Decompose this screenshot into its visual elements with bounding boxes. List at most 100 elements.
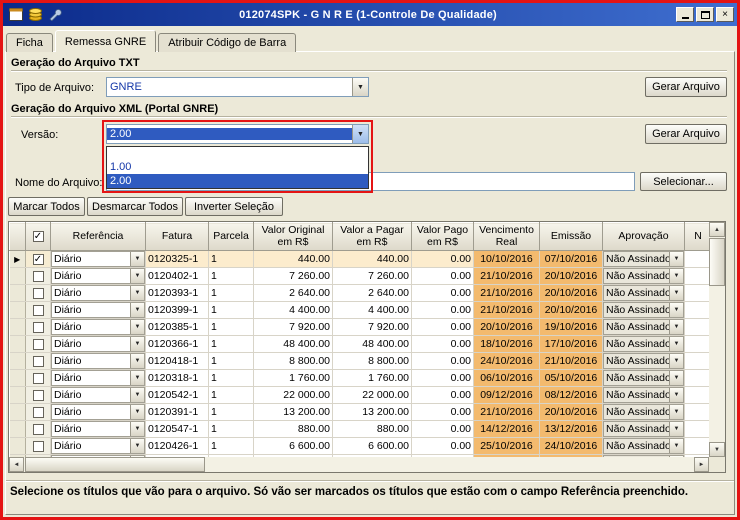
chevron-down-icon[interactable]: ▼ bbox=[130, 286, 144, 300]
chevron-down-icon[interactable]: ▼ bbox=[130, 371, 144, 385]
chevron-down-icon[interactable]: ▼ bbox=[130, 405, 144, 419]
cell-referencia[interactable]: Diário ▼ bbox=[50, 403, 146, 421]
chevron-down-icon[interactable]: ▼ bbox=[130, 337, 144, 351]
checkbox-cell[interactable] bbox=[25, 352, 51, 370]
table-row[interactable]: Diário ▼ 0120318-1 1 1 760.00 1 760.00 0.00 06/… bbox=[9, 369, 709, 387]
aprovacao-combobox[interactable]: Não Assinado▼ bbox=[603, 319, 684, 335]
cell-referencia[interactable]: Diário ▼ bbox=[50, 386, 146, 404]
checkbox-cell[interactable]: ✓ bbox=[25, 250, 51, 268]
referencia-combobox[interactable]: Diário ▼ bbox=[51, 353, 145, 369]
chevron-down-icon[interactable]: ▼ bbox=[669, 286, 683, 300]
aprovacao-combobox[interactable]: Não Assinado▼ bbox=[603, 438, 684, 454]
table-row[interactable]: Diário ▼ 0120547-1 1 880.00 880.00 0.00 14/12/2… bbox=[9, 420, 709, 438]
aprovacao-combobox[interactable]: Não Assinado▼ bbox=[603, 404, 684, 420]
chevron-down-icon[interactable]: ▼ bbox=[669, 371, 683, 385]
chevron-down-icon[interactable]: ▼ bbox=[352, 78, 368, 96]
aprovacao-combobox[interactable]: Não Assinado▼ bbox=[603, 421, 684, 437]
chevron-down-icon[interactable]: ▼ bbox=[669, 388, 683, 402]
column-header-aprovacao[interactable]: Aprovação bbox=[602, 222, 685, 251]
cell-referencia[interactable]: Diário ▼ bbox=[50, 267, 146, 285]
cell-referencia[interactable]: Diário ▼ bbox=[50, 318, 146, 336]
horizontal-scroll-thumb[interactable] bbox=[25, 457, 205, 472]
aprovacao-combobox[interactable]: Não Assinado▼ bbox=[603, 336, 684, 352]
row-checkbox[interactable] bbox=[32, 440, 44, 452]
cell-referencia[interactable]: Diário ▼ bbox=[50, 301, 146, 319]
cell-aprovacao[interactable]: Não Assinado▼ bbox=[602, 437, 685, 455]
chevron-down-icon[interactable]: ▼ bbox=[130, 422, 144, 436]
chevron-down-icon[interactable]: ▼ bbox=[669, 303, 683, 317]
cell-aprovacao[interactable]: Não Assinado▼ bbox=[602, 250, 685, 268]
chevron-down-icon[interactable]: ▼ bbox=[352, 125, 368, 143]
referencia-combobox[interactable]: Diário ▼ bbox=[51, 421, 145, 437]
scroll-down-icon[interactable]: ▼ bbox=[709, 442, 725, 457]
dropdown-option-1-00[interactable]: 1.00 bbox=[107, 160, 368, 174]
chevron-down-icon[interactable]: ▼ bbox=[130, 439, 144, 453]
cell-aprovacao[interactable]: Não Assinado▼ bbox=[602, 420, 685, 438]
referencia-combobox[interactable]: Diário ▼ bbox=[51, 336, 145, 352]
chevron-down-icon[interactable]: ▼ bbox=[669, 320, 683, 334]
invert-selection-button[interactable]: Inverter Seleção bbox=[185, 197, 283, 216]
column-header-emissao[interactable]: Emissão bbox=[539, 222, 603, 251]
checkbox-cell[interactable] bbox=[25, 318, 51, 336]
cell-aprovacao[interactable]: Não Assinado▼ bbox=[602, 386, 685, 404]
minimize-button[interactable] bbox=[676, 7, 694, 22]
checkbox-cell[interactable] bbox=[25, 420, 51, 438]
row-checkbox[interactable] bbox=[32, 372, 44, 384]
referencia-combobox[interactable]: Diário ▼ bbox=[51, 387, 145, 403]
cell-referencia[interactable]: Diário ▼ bbox=[50, 352, 146, 370]
chevron-down-icon[interactable]: ▼ bbox=[130, 388, 144, 402]
generate-txt-button[interactable]: Gerar Arquivo bbox=[645, 77, 727, 97]
table-row[interactable]: Diário ▼ 0120402-1 1 7 260.00 7 260.00 0.00 21/… bbox=[9, 267, 709, 285]
dropdown-option-2-00[interactable]: 2.00 bbox=[107, 174, 368, 188]
row-checkbox[interactable] bbox=[32, 406, 44, 418]
chevron-down-icon[interactable]: ▼ bbox=[669, 422, 683, 436]
generate-xml-button[interactable]: Gerar Arquivo bbox=[645, 124, 727, 144]
row-checkbox[interactable] bbox=[32, 389, 44, 401]
referencia-combobox[interactable]: Diário ▼ bbox=[51, 268, 145, 284]
column-header-valor_original[interactable]: Valor Original em R$ bbox=[253, 222, 333, 251]
cell-aprovacao[interactable]: Não Assinado▼ bbox=[602, 335, 685, 353]
vertical-scrollbar[interactable]: ▲ ▼ bbox=[709, 222, 725, 457]
chevron-down-icon[interactable]: ▼ bbox=[669, 405, 683, 419]
chevron-down-icon[interactable]: ▼ bbox=[130, 354, 144, 368]
checkbox-cell[interactable] bbox=[25, 386, 51, 404]
cell-referencia[interactable]: Diário ▼ bbox=[50, 250, 146, 268]
table-row[interactable]: Diário ▼ 0120366-1 1 48 400.00 48 400.00 0.00 1… bbox=[9, 335, 709, 353]
tab-atribuir-codigo-de-barra[interactable]: Atribuir Código de Barra bbox=[158, 33, 297, 52]
chevron-down-icon[interactable]: ▼ bbox=[130, 269, 144, 283]
file-type-combobox[interactable]: GNRE ▼ bbox=[106, 77, 369, 97]
version-combobox[interactable]: 2.00 ▼ bbox=[106, 124, 369, 144]
referencia-combobox[interactable]: Diário ▼ bbox=[51, 404, 145, 420]
chevron-down-icon[interactable]: ▼ bbox=[130, 303, 144, 317]
table-row[interactable]: Diário ▼ 0120385-1 1 7 920.00 7 920.00 0.00 20/… bbox=[9, 318, 709, 336]
column-header-marker[interactable] bbox=[9, 222, 26, 251]
checkbox-cell[interactable] bbox=[25, 267, 51, 285]
cell-referencia[interactable]: Diário ▼ bbox=[50, 437, 146, 455]
row-checkbox[interactable] bbox=[32, 423, 44, 435]
column-header-n[interactable]: N bbox=[684, 222, 709, 251]
referencia-combobox[interactable]: Diário ▼ bbox=[51, 251, 145, 267]
referencia-combobox[interactable]: Diário ▼ bbox=[51, 302, 145, 318]
table-row[interactable]: Diário ▼ 0120542-1 1 22 000.00 22 000.00 0.00 0… bbox=[9, 386, 709, 404]
table-row[interactable]: Diário ▼ 0120418-1 1 8 800.00 8 800.00 0.00 24/… bbox=[9, 352, 709, 370]
cell-aprovacao[interactable]: Não Assinado▼ bbox=[602, 318, 685, 336]
maximize-button[interactable] bbox=[696, 7, 714, 22]
chevron-down-icon[interactable]: ▼ bbox=[669, 252, 683, 266]
aprovacao-combobox[interactable]: Não Assinado▼ bbox=[603, 370, 684, 386]
chevron-down-icon[interactable]: ▼ bbox=[669, 337, 683, 351]
vertical-scroll-thumb[interactable] bbox=[709, 238, 725, 286]
cell-aprovacao[interactable]: Não Assinado▼ bbox=[602, 284, 685, 302]
close-button[interactable]: × bbox=[716, 7, 734, 22]
cell-aprovacao[interactable]: Não Assinado▼ bbox=[602, 301, 685, 319]
column-header-referencia[interactable]: Referência bbox=[50, 222, 146, 251]
referencia-combobox[interactable]: Diário ▼ bbox=[51, 285, 145, 301]
scroll-up-icon[interactable]: ▲ bbox=[709, 222, 725, 237]
scroll-right-icon[interactable]: ► bbox=[694, 457, 709, 472]
cell-aprovacao[interactable]: Não Assinado▼ bbox=[602, 369, 685, 387]
mark-all-button[interactable]: Marcar Todos bbox=[8, 197, 85, 216]
chevron-down-icon[interactable]: ▼ bbox=[130, 320, 144, 334]
referencia-combobox[interactable]: Diário ▼ bbox=[51, 319, 145, 335]
chevron-down-icon[interactable]: ▼ bbox=[669, 269, 683, 283]
row-checkbox[interactable] bbox=[32, 287, 44, 299]
aprovacao-combobox[interactable]: Não Assinado▼ bbox=[603, 251, 684, 267]
